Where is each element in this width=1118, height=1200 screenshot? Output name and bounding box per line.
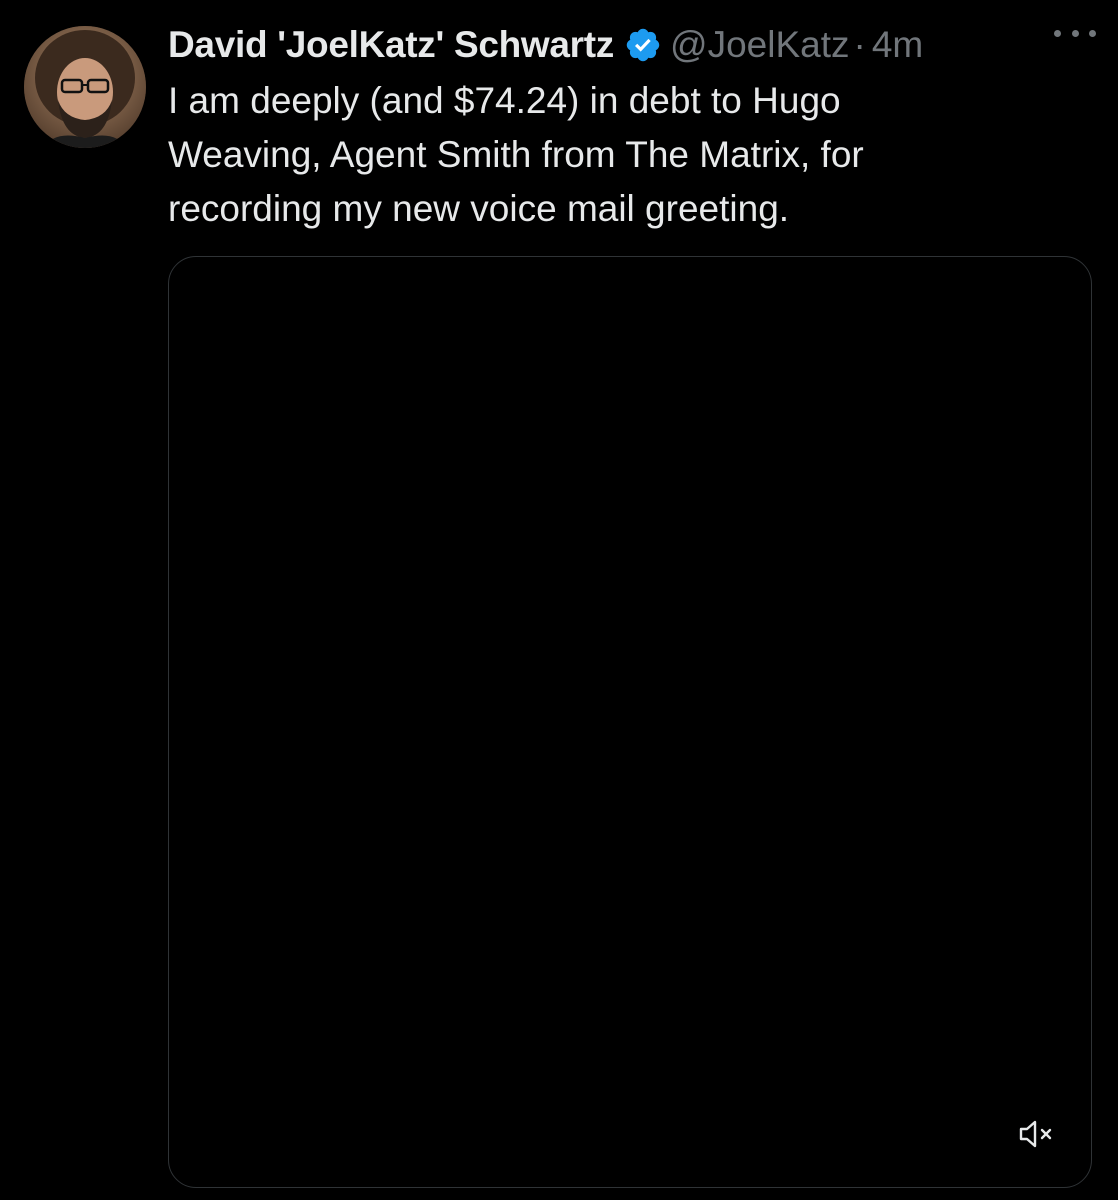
more-options-button[interactable] xyxy=(1054,18,1096,48)
display-name[interactable]: David 'JoelKatz' Schwartz xyxy=(168,24,614,66)
tweet-text-line: Weaving, Agent Smith from The Matrix, fo… xyxy=(168,134,864,175)
verified-badge-icon[interactable] xyxy=(624,26,662,64)
video-player[interactable] xyxy=(168,256,1092,1188)
tweet-header: David 'JoelKatz' Schwartz @JoelKatz · 4m xyxy=(168,20,1098,70)
separator-dot: · xyxy=(853,24,866,65)
avatar-image xyxy=(24,26,146,148)
volume-muted-icon[interactable] xyxy=(1017,1117,1057,1151)
more-horizontal-icon xyxy=(1054,29,1061,37)
tweet-text-line: recording my new voice mail greeting. xyxy=(168,188,790,229)
tweet-text: I am deeply (and $74.24) in debt to Hugo… xyxy=(168,74,1068,236)
tweet[interactable]: David 'JoelKatz' Schwartz @JoelKatz · 4m… xyxy=(0,0,1118,1200)
tweet-text-line: I am deeply (and $74.24) in debt to Hugo xyxy=(168,80,841,121)
avatar[interactable] xyxy=(24,26,146,148)
timestamp[interactable]: 4m xyxy=(872,24,923,66)
handle[interactable]: @JoelKatz xyxy=(670,24,849,66)
